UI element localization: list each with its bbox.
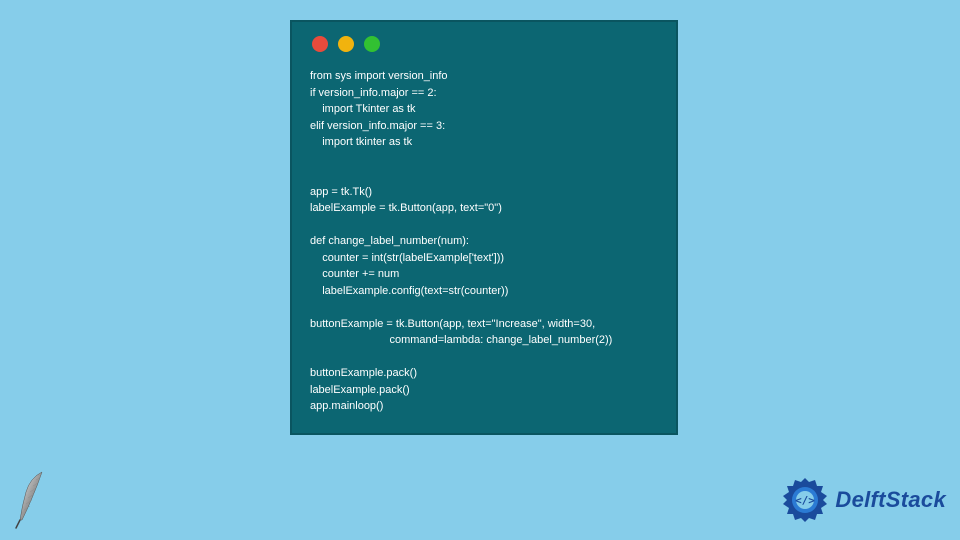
brand-name: DelftStack bbox=[835, 487, 946, 513]
minimize-icon[interactable] bbox=[338, 36, 354, 52]
close-icon[interactable] bbox=[312, 36, 328, 52]
brand-logo-icon: </> bbox=[781, 476, 829, 524]
feather-icon bbox=[14, 470, 52, 530]
code-block: from sys import version_info if version_… bbox=[310, 68, 658, 415]
brand: </> DelftStack bbox=[781, 476, 946, 524]
svg-text:</>: </> bbox=[795, 494, 815, 507]
maximize-icon[interactable] bbox=[364, 36, 380, 52]
window-controls bbox=[310, 36, 658, 52]
code-window: from sys import version_info if version_… bbox=[290, 20, 678, 435]
